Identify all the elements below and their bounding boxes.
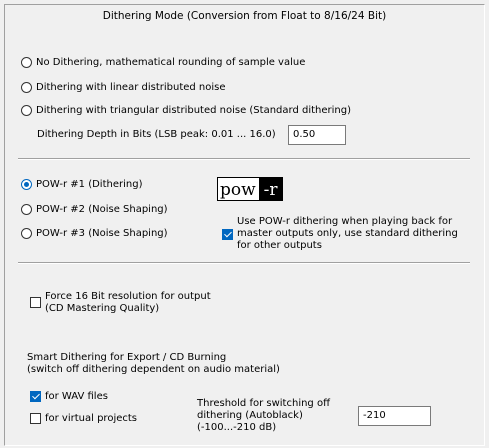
smart-wav-label[interactable]: for WAV files: [45, 391, 108, 402]
powr-logo: pow -r: [217, 177, 287, 201]
force-16bit-label[interactable]: Force 16 Bit resolution for output (CD M…: [45, 291, 211, 315]
radio-triangular-dithering[interactable]: Dithering with triangular distributed no…: [21, 105, 351, 116]
separator: [18, 158, 470, 160]
threshold-label: Threshold for switching off dithering (A…: [197, 398, 330, 434]
dithering-depth-input[interactable]: 0.50: [288, 125, 346, 145]
radio-powr-3-label[interactable]: POW-r #3 (Noise Shaping): [36, 228, 168, 239]
dithering-depth-label: Dithering Depth in Bits (LSB peak: 0.01 …: [37, 129, 276, 140]
separator: [18, 262, 470, 264]
radio-linear-dithering-label[interactable]: Dithering with linear distributed noise: [36, 82, 226, 93]
radio-powr-2-label[interactable]: POW-r #2 (Noise Shaping): [36, 204, 168, 215]
smart-dithering-heading: Smart Dithering for Export / CD Burning …: [27, 352, 280, 376]
radio-linear-dithering[interactable]: Dithering with linear distributed noise: [21, 82, 226, 93]
radio-indicator[interactable]: [21, 228, 32, 239]
radio-powr-1[interactable]: POW-r #1 (Dithering): [21, 179, 142, 190]
smart-virtual-projects[interactable]: for virtual projects: [30, 413, 137, 424]
powr-logo-right: -r: [258, 177, 283, 201]
powr-master-only-line2[interactable]: master outputs only, use standard dither…: [237, 228, 458, 240]
smart-dithering-heading-line2: (switch off dithering dependent on audio…: [27, 364, 280, 375]
smart-virtual-checkbox[interactable]: [30, 413, 41, 424]
smart-dithering-heading-line1: Smart Dithering for Export / CD Burning: [27, 352, 227, 363]
powr-master-only-label[interactable]: Use POW-r dithering when playing back fo…: [237, 216, 458, 252]
force-16bit-checkbox[interactable]: [30, 297, 41, 308]
smart-wav-files[interactable]: for WAV files: [30, 391, 108, 402]
radio-indicator[interactable]: [21, 204, 32, 215]
radio-indicator[interactable]: [21, 82, 32, 93]
radio-triangular-dithering-label[interactable]: Dithering with triangular distributed no…: [36, 105, 351, 116]
smart-virtual-label[interactable]: for virtual projects: [45, 413, 137, 424]
powr-master-only-line3[interactable]: for other outputs: [237, 240, 458, 252]
radio-no-dithering-label[interactable]: No Dithering, mathematical rounding of s…: [36, 57, 305, 68]
radio-powr-3[interactable]: POW-r #3 (Noise Shaping): [21, 228, 168, 239]
powr-master-only-line1[interactable]: Use POW-r dithering when playing back fo…: [237, 216, 458, 228]
threshold-line3: (-100...-210 dB): [197, 422, 277, 433]
radio-no-dithering[interactable]: No Dithering, mathematical rounding of s…: [21, 57, 305, 68]
dithering-mode-title: Dithering Mode (Conversion from Float to…: [102, 10, 387, 22]
radio-indicator[interactable]: [21, 179, 32, 190]
threshold-input[interactable]: -210: [358, 406, 431, 426]
force-16bit-line2[interactable]: (CD Mastering Quality): [45, 303, 211, 315]
radio-indicator[interactable]: [21, 105, 32, 116]
threshold-line2: dithering (Autoblack): [197, 410, 303, 421]
smart-wav-checkbox[interactable]: [30, 391, 41, 402]
radio-indicator[interactable]: [21, 57, 32, 68]
force-16bit-line1[interactable]: Force 16 Bit resolution for output: [45, 291, 211, 303]
radio-powr-2[interactable]: POW-r #2 (Noise Shaping): [21, 204, 168, 215]
radio-powr-1-label[interactable]: POW-r #1 (Dithering): [36, 179, 142, 190]
powr-logo-left: pow: [217, 177, 259, 201]
threshold-line1: Threshold for switching off: [197, 398, 330, 409]
powr-master-only-checkbox[interactable]: [222, 229, 233, 240]
